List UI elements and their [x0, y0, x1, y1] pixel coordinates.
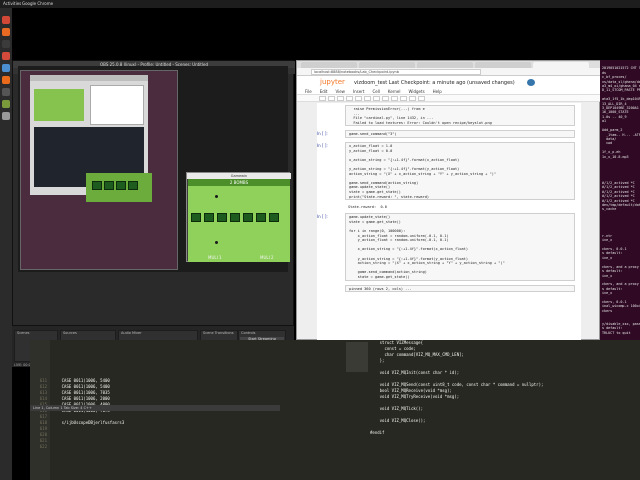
editor-icon[interactable] — [2, 64, 10, 72]
panel-title: Audio Mixer — [121, 331, 142, 335]
panel-title: Controls — [241, 331, 256, 335]
ball-icon — [215, 195, 218, 198]
help-icon[interactable] — [2, 100, 10, 108]
python-logo-icon — [527, 79, 535, 86]
panel-title: Scenes — [17, 331, 30, 335]
toolbar-button[interactable] — [418, 96, 425, 101]
editor-code-left: CASE 0011(1006, 5400 CASE 0011(1006, 540… — [61, 378, 125, 425]
terminal-icon[interactable] — [2, 40, 10, 48]
jupyter-menu-item[interactable]: Help — [433, 88, 442, 95]
game-window[interactable]: Gamewin 2 BOMBS MULI 1 MULI 2 — [186, 172, 291, 262]
cell-code: game.update_state() state = game.get_sta… — [349, 215, 505, 279]
system-top-bar: Activities Google Chrome — [0, 0, 640, 8]
editor-status-bar: Line 1, Column 1 Tab Size: 4 C++ — [30, 405, 280, 411]
app-menu[interactable]: Google Chrome — [22, 1, 53, 6]
cell-input[interactable]: game.send_command("3") — [345, 130, 575, 138]
jupyter-toolbar — [297, 95, 601, 102]
trash-icon[interactable] — [2, 112, 10, 120]
cell-prompt: In [ ]: — [317, 214, 328, 220]
toolbar-button[interactable] — [337, 96, 344, 101]
terminal-output: 2019051021572 CHT lse ds c_bf_proces/ vs… — [602, 66, 640, 335]
jupyter-menu-item[interactable]: View — [335, 88, 345, 95]
cell-input[interactable]: x_action_float = 1.0 y_action_float = 0.… — [345, 142, 575, 201]
notebook-page: raise PermissionError(...) from e ... Fi… — [317, 103, 581, 341]
notebook-name[interactable]: vizdoom_test Last Checkpoint: a minute a… — [354, 80, 515, 86]
block — [256, 213, 266, 222]
cell-code: pinned 360 (rows 2, cols) ... — [349, 286, 412, 291]
browser-tab-strip — [297, 61, 601, 68]
ball-icon — [215, 241, 218, 244]
score-left: MULI 1 — [208, 255, 222, 260]
jupyter-menu-item[interactable]: File — [305, 88, 312, 95]
dock — [0, 8, 12, 480]
toolbar-button[interactable] — [382, 96, 389, 101]
cell-output: State.reward: 0.0 — [348, 205, 387, 210]
chrome-icon[interactable] — [2, 16, 10, 24]
mini-game-capture — [86, 173, 152, 202]
text-icon[interactable] — [2, 76, 10, 84]
address-input[interactable]: localhost:8888/notebooks/Lab_Checkpoint.… — [311, 69, 481, 75]
toolbar-button[interactable] — [319, 96, 326, 101]
toolbar-button[interactable] — [373, 96, 380, 101]
jupyter-menubar: File Edit View Insert Cell Kernel Widgets Help — [297, 88, 601, 95]
cell-code: game.send_command("3") — [349, 132, 397, 137]
block — [191, 213, 201, 222]
block — [243, 213, 253, 222]
game-field[interactable]: 2 BOMBS MULI 1 MULI 2 — [188, 179, 290, 262]
activities-button[interactable]: Activities — [3, 1, 21, 6]
browser-window: localhost:8888/notebooks/Lab_Checkpoint.… — [296, 60, 601, 341]
panel-title: Sources — [63, 331, 77, 335]
toolbar-button[interactable] — [400, 96, 407, 101]
toolbar-button[interactable] — [364, 96, 371, 101]
cell-code: x_action_float = 1.0 y_action_float = 0.… — [349, 144, 497, 199]
jupyter-header: jupyter vizdoom_test Last Checkpoint: a … — [297, 76, 601, 88]
jupyter-menu-item[interactable]: Cell — [372, 88, 379, 95]
cell-input[interactable]: game.update_state() state = game.get_sta… — [345, 213, 575, 281]
jupyter-logo[interactable]: jupyter — [320, 78, 345, 86]
files-icon[interactable] — [2, 28, 10, 36]
url-bar: localhost:8888/notebooks/Lab_Checkpoint.… — [297, 68, 601, 76]
block — [217, 213, 227, 222]
score-right: MULI 2 — [260, 255, 274, 260]
jupyter-menu-item[interactable]: Kernel — [388, 88, 401, 95]
toolbar-button[interactable] — [355, 96, 362, 101]
jupyter-menu-item[interactable]: Widgets — [409, 88, 425, 95]
jupyter-menu-item[interactable]: Insert — [353, 88, 364, 95]
toolbar-button[interactable] — [346, 96, 353, 101]
toolbar-button[interactable] — [391, 96, 398, 101]
cell-code: raise PermissionError(...) from e ... Fi… — [353, 107, 492, 125]
game-hud: 2 BOMBS — [188, 179, 290, 186]
toolbar-button[interactable] — [328, 96, 335, 101]
cell-prompt: In [ ]: — [317, 131, 328, 137]
editor-minimap[interactable] — [346, 342, 368, 372]
toolbar-button[interactable] — [409, 96, 416, 101]
cell-input[interactable]: pinned 360 (rows 2, cols) ... — [345, 284, 575, 293]
settings-icon[interactable] — [2, 88, 10, 96]
jupyter-menu-item[interactable]: Edit — [320, 88, 328, 95]
block — [230, 213, 240, 222]
cell-input[interactable]: raise PermissionError(...) from e ... Fi… — [345, 105, 575, 127]
editor-code-right: struct VIZMessage{ const = code; char co… — [370, 340, 544, 435]
panel-title: Scene Transitions — [203, 331, 234, 335]
block — [269, 213, 279, 222]
obs-icon[interactable] — [2, 52, 10, 60]
cell-prompt: In [ ]: — [317, 143, 328, 148]
line-numbers: 611 612 613 614 615 616 617 618 619 620 … — [39, 378, 47, 449]
block — [204, 213, 214, 222]
